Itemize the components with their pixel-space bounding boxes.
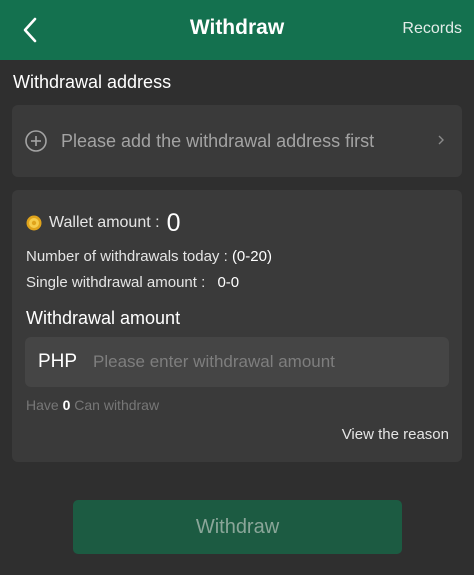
address-placeholder-text: Please add the withdrawal address first xyxy=(61,131,375,151)
withdrawals-today-label: Number of withdrawals today : xyxy=(26,248,228,265)
have-suffix: Can withdraw xyxy=(74,397,160,413)
view-reason-link[interactable]: View the reason xyxy=(342,426,449,443)
withdrawal-address-heading: Withdrawal address xyxy=(13,72,172,92)
coin-icon xyxy=(26,215,42,231)
single-withdrawal-label: Single withdrawal amount : xyxy=(26,274,206,291)
withdrawals-today-row: Number of withdrawals today : (0-20) xyxy=(26,248,272,265)
chevron-right-icon xyxy=(438,135,444,145)
withdrawal-amount-card: Wallet amount : 0 Number of withdrawals … xyxy=(12,190,462,462)
withdrawal-amount-input[interactable] xyxy=(93,337,443,387)
withdrawals-today-value: (0-20) xyxy=(231,248,272,265)
withdraw-submit-button[interactable]: Withdraw xyxy=(73,500,402,554)
can-withdraw-count: 0 xyxy=(62,397,71,413)
currency-label: PHP xyxy=(38,351,78,372)
single-withdrawal-row: Single withdrawal amount : 0-0 xyxy=(26,274,239,291)
wallet-amount-value: 0 xyxy=(166,208,181,237)
wallet-amount-label: Wallet amount : xyxy=(49,214,160,231)
add-withdrawal-address-button[interactable]: Please add the withdrawal address first xyxy=(12,105,462,177)
top-app-bar: Withdraw Records xyxy=(0,0,474,60)
withdrawal-amount-heading: Withdrawal amount xyxy=(26,308,181,328)
chevron-left-icon xyxy=(23,17,37,43)
have-prefix: Have xyxy=(26,397,59,413)
single-withdrawal-value: 0-0 xyxy=(217,274,240,291)
amount-input-container: PHP xyxy=(25,337,449,387)
wallet-amount-row: Wallet amount : 0 xyxy=(26,208,180,238)
plus-circle-icon xyxy=(25,130,47,152)
back-button[interactable] xyxy=(14,14,46,46)
can-withdraw-row: Have 0 Can withdraw xyxy=(26,397,159,413)
records-link[interactable]: Records xyxy=(402,20,462,38)
